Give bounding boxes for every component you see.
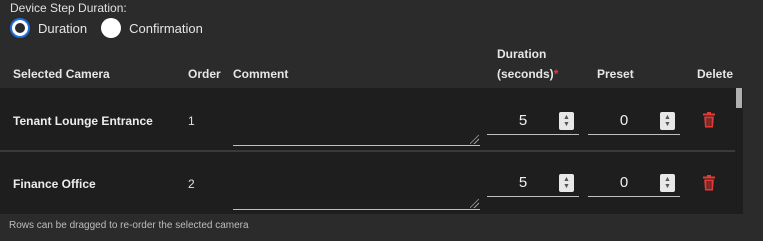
drag-reorder-hint: Rows can be dragged to re-order the sele… <box>9 220 249 231</box>
resize-grip-icon[interactable] <box>470 135 479 144</box>
header-duration: Duration <box>497 47 547 61</box>
table-row[interactable]: Finance Office 2 5 ▲ ▼ 0 ▲ ▼ <box>0 152 735 214</box>
confirmation-radio[interactable] <box>101 18 122 38</box>
table-scrollbar[interactable] <box>735 88 743 214</box>
required-mark: * <box>553 67 559 81</box>
header-preset: Preset <box>597 67 634 81</box>
duration-value: 5 <box>518 174 528 191</box>
chevron-up-icon[interactable]: ▲ <box>563 176 570 183</box>
step-duration-title: Device Step Duration: <box>10 1 127 15</box>
row-order: 2 <box>188 177 195 191</box>
preset-value: 0 <box>619 174 629 191</box>
row-camera-name: Tenant Lounge Entrance <box>13 114 153 128</box>
step-duration-options: Duration Confirmation <box>10 18 217 38</box>
duration-radio[interactable] <box>10 18 30 38</box>
chevron-up-icon[interactable]: ▲ <box>563 114 570 121</box>
confirmation-radio-label[interactable]: Confirmation <box>129 21 203 36</box>
header-duration-unit-text: (seconds) <box>497 67 554 81</box>
chevron-up-icon[interactable]: ▲ <box>664 114 671 121</box>
row-camera-name: Finance Office <box>13 177 96 191</box>
camera-table: Tenant Lounge Entrance 1 5 ▲ ▼ 0 ▲ ▼ Fin… <box>0 88 743 214</box>
trash-icon[interactable] <box>702 175 716 191</box>
chevron-down-icon[interactable]: ▼ <box>664 121 671 128</box>
preset-value: 0 <box>619 112 629 129</box>
header-order: Order <box>188 67 221 81</box>
duration-spinner[interactable]: ▲ ▼ <box>559 111 574 130</box>
chevron-down-icon[interactable]: ▼ <box>664 183 671 190</box>
duration-value: 5 <box>518 112 528 129</box>
duration-spinner[interactable]: ▲ ▼ <box>559 173 574 192</box>
comment-input[interactable] <box>233 196 480 210</box>
header-comment: Comment <box>233 67 289 81</box>
scrollbar-thumb[interactable] <box>736 88 742 108</box>
chevron-down-icon[interactable]: ▼ <box>563 121 570 128</box>
comment-input[interactable] <box>233 132 480 146</box>
preset-spinner[interactable]: ▲ ▼ <box>660 111 675 130</box>
preset-spinner[interactable]: ▲ ▼ <box>660 173 675 192</box>
chevron-down-icon[interactable]: ▼ <box>563 183 570 190</box>
header-delete: Delete <box>697 67 734 81</box>
duration-radio-label[interactable]: Duration <box>38 21 87 36</box>
table-row[interactable]: Tenant Lounge Entrance 1 5 ▲ ▼ 0 ▲ ▼ <box>0 88 735 152</box>
chevron-up-icon[interactable]: ▲ <box>664 176 671 183</box>
preset-input[interactable]: 0 ▲ ▼ <box>588 107 680 135</box>
resize-grip-icon[interactable] <box>470 199 479 208</box>
duration-input[interactable]: 5 ▲ ▼ <box>487 169 579 197</box>
header-selected-camera: Selected Camera <box>13 67 110 81</box>
header-duration-unit: (seconds)* <box>497 67 558 81</box>
preset-input[interactable]: 0 ▲ ▼ <box>588 169 680 197</box>
trash-icon[interactable] <box>702 112 716 128</box>
row-order: 1 <box>188 114 195 128</box>
duration-input[interactable]: 5 ▲ ▼ <box>487 107 579 135</box>
